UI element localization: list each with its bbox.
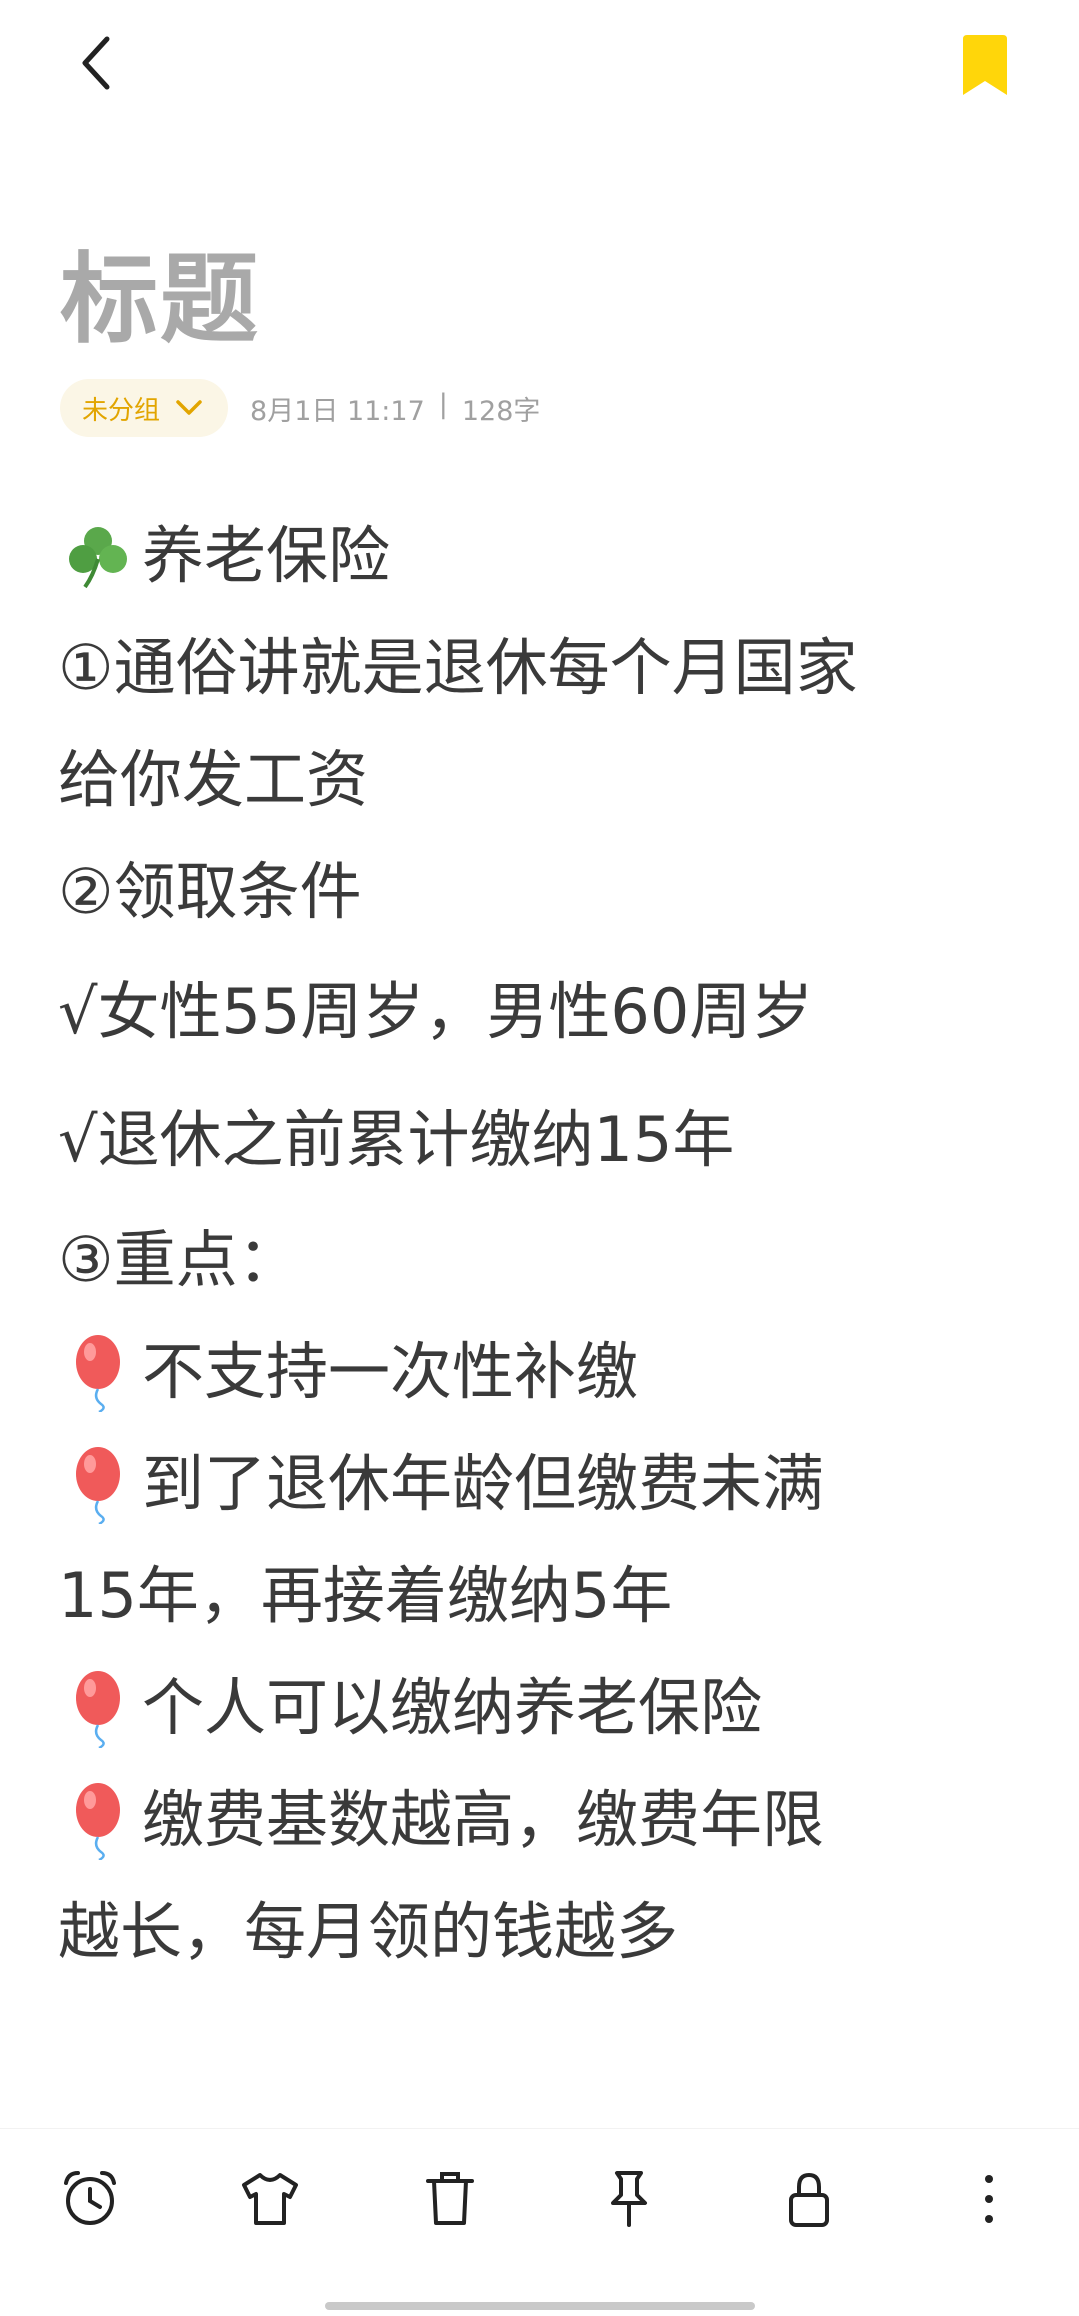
line-text: ②领取条件 xyxy=(58,855,362,928)
char-count: 128字 xyxy=(461,395,541,427)
balloon-icon xyxy=(58,1444,138,1524)
t-shirt-icon xyxy=(241,2173,298,2225)
body-line: √女性55周岁，男性60周岁 xyxy=(58,948,1038,1076)
theme-button[interactable] xyxy=(230,2159,310,2239)
note-date: 8月1日 11:17 xyxy=(250,395,425,427)
line-text: 给你发工资 xyxy=(58,743,369,816)
meta-separator: | xyxy=(438,388,448,420)
body-line: 个人可以缴纳养老保险 xyxy=(58,1652,1038,1764)
chevron-left-icon xyxy=(82,36,110,90)
body-line: 到了退休年龄但缴费未满 xyxy=(58,1428,1038,1540)
line-text: 越长，每月领的钱越多 xyxy=(58,1895,679,1968)
group-selector[interactable]: 未分组 xyxy=(60,379,229,437)
line-text: ①通俗讲就是退休每个月国家 xyxy=(58,631,858,704)
body-line: ②领取条件 xyxy=(58,836,1038,948)
body-line: 缴费基数越高，缴费年限 xyxy=(58,1764,1038,1876)
pin-button[interactable] xyxy=(589,2159,669,2239)
line-text: 15年，再接着缴纳5年 xyxy=(58,1559,673,1632)
note-meta: 未分组 8月1日 11:17 | 128字 xyxy=(60,378,540,438)
body-line: ③重点： xyxy=(58,1204,1038,1316)
balloon-icon xyxy=(58,1780,138,1860)
body-line: ①通俗讲就是退休每个月国家 xyxy=(58,612,1038,724)
line-text: 不支持一次性补缴 xyxy=(142,1335,639,1408)
bottom-toolbar xyxy=(0,2128,1079,2269)
group-label: 未分组 xyxy=(82,395,161,426)
alarm-clock-icon xyxy=(63,2171,116,2225)
line-text: 养老保险 xyxy=(142,519,391,592)
trash-icon xyxy=(425,2172,474,2225)
pin-icon xyxy=(611,2171,648,2227)
body-line: 养老保险 xyxy=(58,500,1038,612)
delete-button[interactable] xyxy=(410,2159,490,2239)
chevron-down-icon xyxy=(176,400,202,415)
clover-icon xyxy=(58,516,138,596)
top-bar xyxy=(0,0,1079,130)
line-text: ③重点： xyxy=(58,1223,300,1296)
bookmark-button[interactable] xyxy=(955,28,1015,103)
line-text: √女性55周岁，男性60周岁 xyxy=(58,975,814,1048)
more-button[interactable] xyxy=(949,2159,1029,2239)
balloon-icon xyxy=(58,1332,138,1412)
more-vertical-icon xyxy=(985,2175,994,2223)
body-line: √退休之前累计缴纳15年 xyxy=(58,1076,1038,1204)
body-line: 给你发工资 xyxy=(58,724,1038,836)
lock-icon xyxy=(789,2172,830,2227)
line-text: √退休之前累计缴纳15年 xyxy=(58,1103,735,1176)
balloon-icon xyxy=(58,1668,138,1748)
note-title[interactable]: 标题 xyxy=(60,220,260,362)
bookmark-icon xyxy=(963,34,1007,95)
body-line: 越长，每月领的钱越多 xyxy=(58,1876,1038,1988)
lock-button[interactable] xyxy=(769,2159,849,2239)
line-text: 个人可以缴纳养老保险 xyxy=(142,1671,763,1744)
reminder-button[interactable] xyxy=(50,2159,130,2239)
line-text: 到了退休年龄但缴费未满 xyxy=(142,1447,825,1520)
line-text: 缴费基数越高，缴费年限 xyxy=(142,1783,825,1856)
meta-info: 8月1日 11:17 | 128字 xyxy=(250,389,540,428)
body-line: 不支持一次性补缴 xyxy=(58,1316,1038,1428)
home-indicator[interactable] xyxy=(325,2302,755,2310)
back-button[interactable] xyxy=(62,28,132,98)
note-body[interactable]: 养老保险 ①通俗讲就是退休每个月国家 给你发工资 ②领取条件 √女性55周岁，男… xyxy=(58,500,1038,1988)
body-line: 15年，再接着缴纳5年 xyxy=(58,1540,1038,1652)
